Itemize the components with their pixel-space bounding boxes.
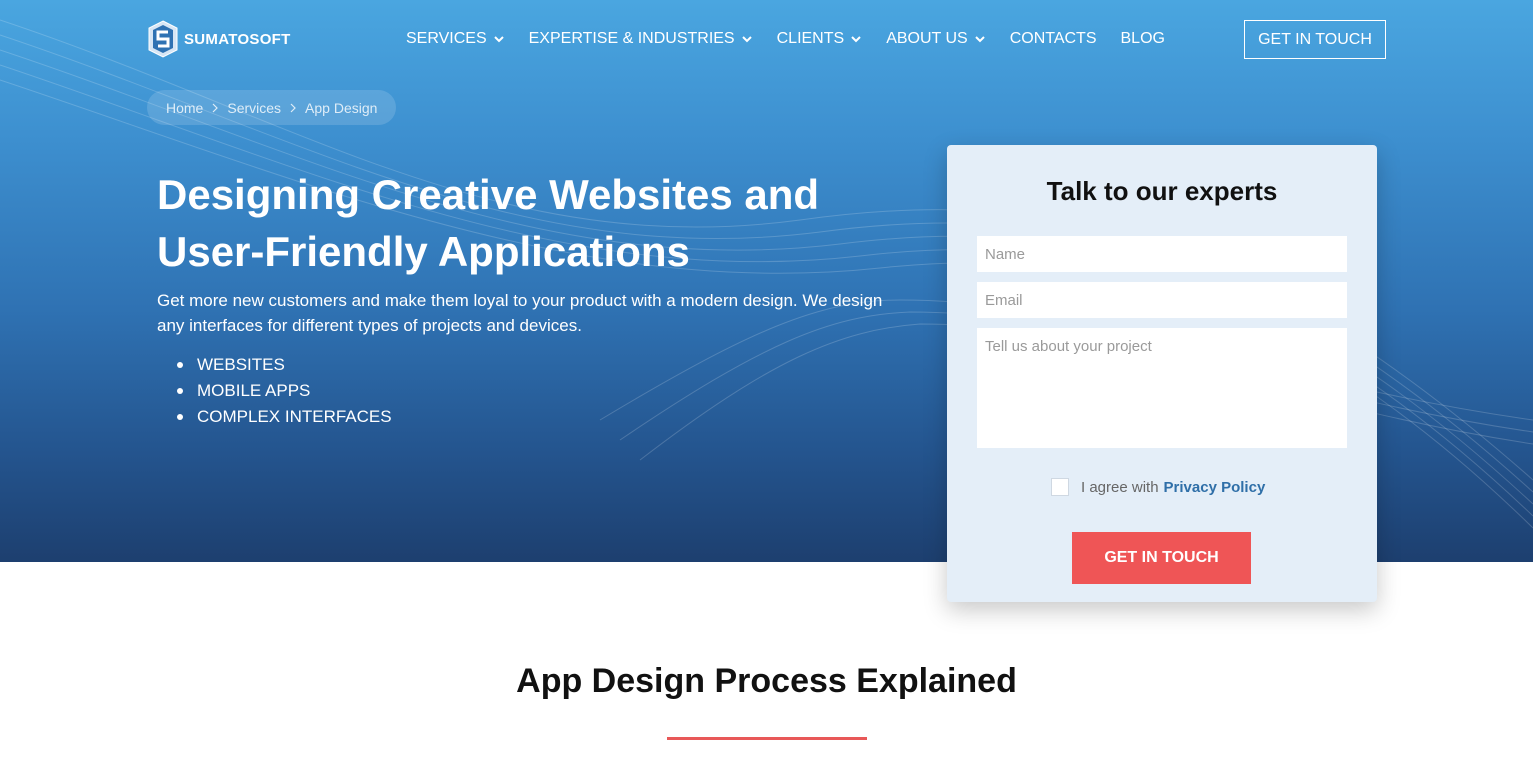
chevron-right-icon — [212, 103, 219, 112]
name-input[interactable] — [977, 236, 1347, 272]
nav-item-clients[interactable]: CLIENTS — [777, 30, 863, 48]
email-input[interactable] — [977, 282, 1347, 318]
section-title: App Design Process Explained — [516, 662, 1017, 700]
nav-item-blog[interactable]: BLOG — [1121, 30, 1165, 48]
chevron-down-icon — [493, 36, 504, 43]
nav-item-label: ABOUT US — [886, 30, 968, 47]
list-item: COMPLEX INTERFACES — [177, 404, 392, 430]
hero-description: Get more new customers and make them loy… — [157, 291, 883, 335]
nav-item-expertise-industries[interactable]: EXPERTISE & INDUSTRIES — [529, 30, 753, 48]
shield-s-logo-icon — [148, 20, 178, 58]
privacy-checkbox[interactable] — [1051, 478, 1069, 496]
nav-item-label: CLIENTS — [776, 30, 845, 47]
chevron-down-icon — [974, 36, 985, 43]
list-item: MOBILE APPS — [177, 378, 392, 404]
hero-title: Designing Creative Websites and User-Fri… — [157, 166, 917, 280]
hero-feature-list: WEBSITES MOBILE APPS COMPLEX INTERFACES — [177, 352, 392, 430]
breadcrumb-services[interactable]: Services — [227, 100, 281, 116]
agree-label: I agree with — [1081, 478, 1159, 496]
site-logo[interactable]: SUMATOSOFT — [147, 20, 291, 58]
privacy-policy-link[interactable]: Privacy Policy — [1164, 479, 1266, 496]
list-item: WEBSITES — [177, 352, 392, 378]
chevron-down-icon — [851, 36, 861, 43]
contact-form-card: Talk to our experts I agree with Privacy… — [947, 145, 1377, 602]
chevron-down-icon — [741, 36, 752, 43]
nav-item-label: BLOG — [1120, 30, 1165, 47]
breadcrumb-current: App Design — [305, 99, 378, 116]
nav-item-label: EXPERTISE & INDUSTRIES — [528, 30, 735, 47]
form-submit-button[interactable]: GET IN TOUCH — [1072, 532, 1251, 584]
main-nav: SERVICES EXPERTISE & INDUSTRIES CLIENTS … — [406, 30, 1165, 48]
brand-name: SUMATOSOFT — [184, 30, 291, 48]
nav-item-services[interactable]: SERVICES — [406, 30, 505, 48]
breadcrumb: Home Services App Design — [147, 90, 397, 125]
breadcrumb-home[interactable]: Home — [166, 100, 203, 116]
hero-title-line-1: Designing Creative Websites and — [157, 171, 820, 218]
form-title: Talk to our experts — [1046, 176, 1278, 206]
hero-title-line-2: User-Friendly Applications — [157, 228, 690, 275]
nav-item-contacts[interactable]: CONTACTS — [1010, 30, 1097, 48]
nav-item-about-us[interactable]: ABOUT US — [886, 30, 986, 48]
section-divider — [667, 737, 867, 740]
nav-item-label: SERVICES — [406, 30, 487, 47]
nav-item-label: CONTACTS — [1009, 30, 1097, 47]
header-get-in-touch-button[interactable]: GET IN TOUCH — [1244, 20, 1386, 59]
chevron-right-icon — [290, 103, 296, 112]
privacy-agreement: I agree with Privacy Policy — [1051, 478, 1265, 496]
project-textarea[interactable] — [977, 328, 1347, 448]
